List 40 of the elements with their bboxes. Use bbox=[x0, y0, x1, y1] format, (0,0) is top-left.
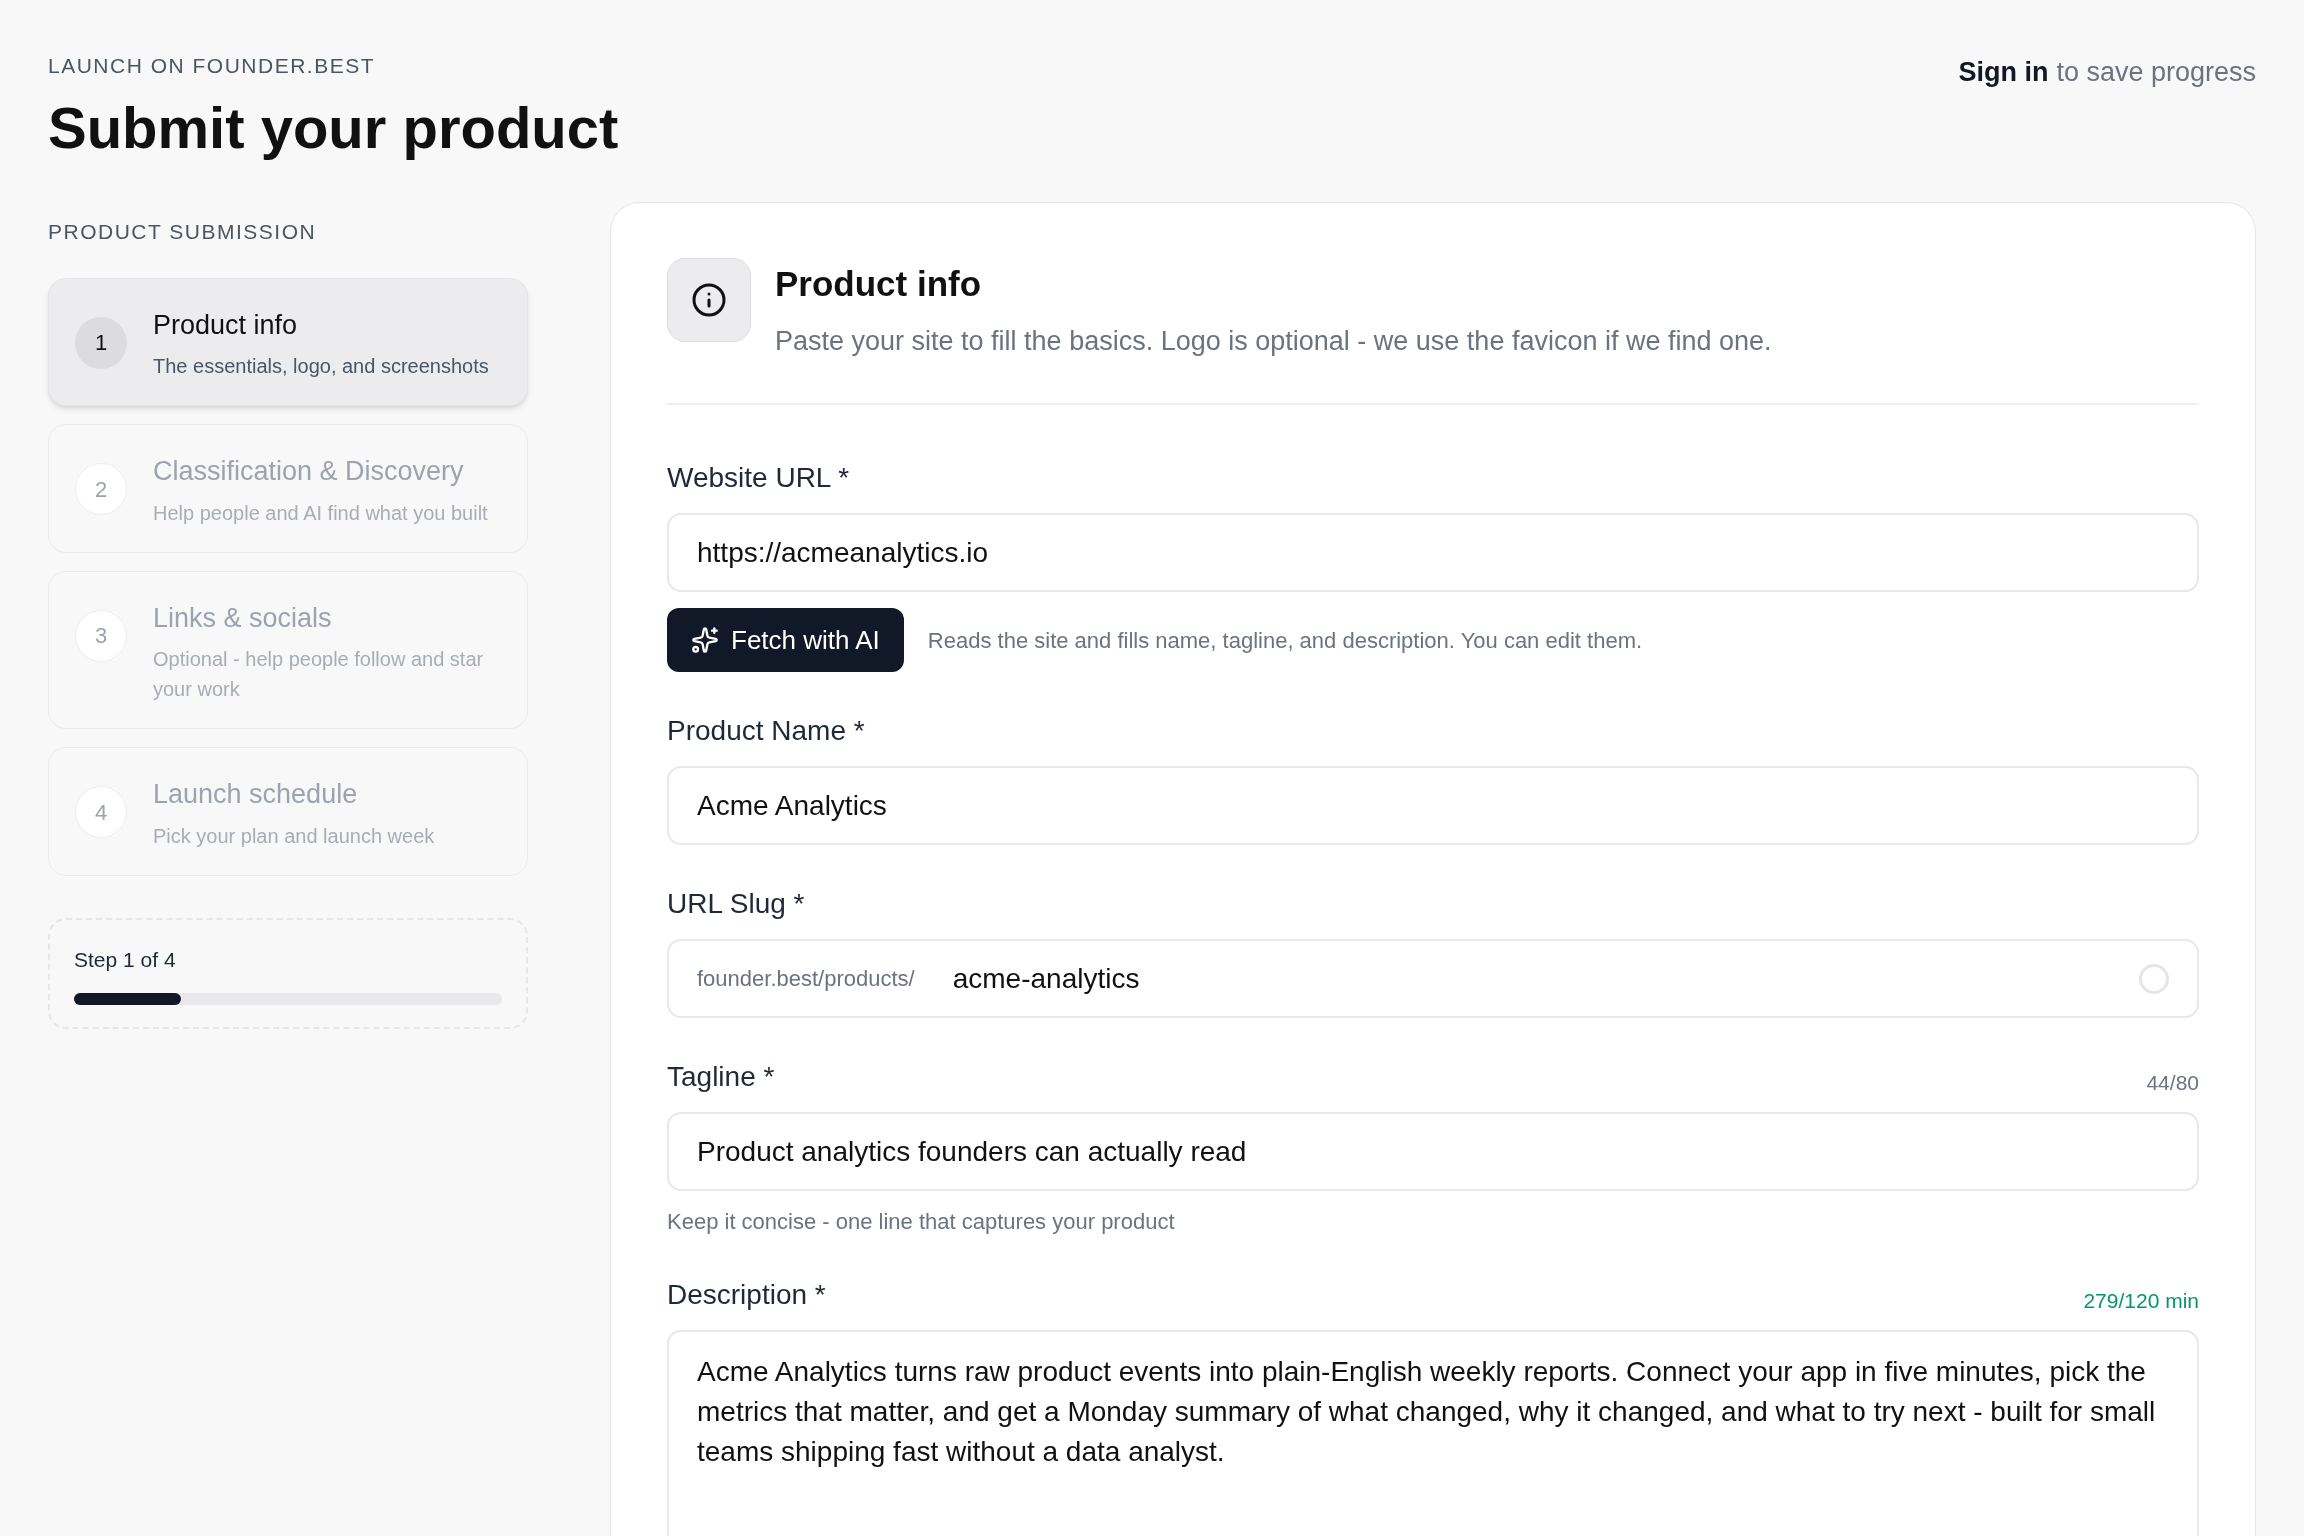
eyebrow-text: LAUNCH ON FOUNDER.BEST bbox=[48, 53, 377, 79]
step-number: 3 bbox=[75, 609, 127, 662]
step-description: Optional - help people follow and star your work bbox=[153, 647, 485, 702]
field-label: Description * bbox=[667, 1278, 826, 1312]
progress-label: Step 1 of 4 bbox=[74, 946, 177, 973]
step-title: Launch schedule bbox=[153, 778, 359, 811]
step-number: 1 bbox=[75, 316, 127, 369]
section-heading: PRODUCT SUBMISSION bbox=[48, 219, 318, 245]
save-progress-text: to save progress bbox=[2056, 56, 2256, 89]
tagline-input[interactable]: Product analytics founders can actually read bbox=[667, 1112, 2199, 1191]
website-url-input[interactable]: https://acmeanalytics.io bbox=[667, 513, 2199, 592]
step-title: Classification & Discovery bbox=[153, 455, 465, 488]
fetch-with-ai-button[interactable]: Fetch with AI bbox=[667, 608, 904, 672]
step-number: 2 bbox=[75, 463, 127, 515]
character-counter: 44/80 bbox=[2146, 1069, 2199, 1096]
step-item[interactable]: 1 Product info The essentials, logo, and screenshots bbox=[48, 277, 528, 406]
field-label: Tagline * bbox=[667, 1060, 775, 1094]
step-title: Links & socials bbox=[153, 601, 333, 635]
slug-prefix: founder.best/products/ bbox=[697, 965, 915, 993]
info-icon bbox=[667, 258, 751, 342]
fetch-note: Reads the site and fills name, tagline, and description. You can edit them. bbox=[927, 626, 1643, 655]
page-title: Submit your product bbox=[48, 93, 619, 162]
form-title: Product info bbox=[775, 263, 983, 305]
field-label: Product Name * bbox=[667, 714, 865, 748]
sparkle-icon bbox=[691, 626, 719, 654]
step-number: 4 bbox=[75, 786, 127, 838]
slug-value: acme-analytics bbox=[952, 961, 1141, 996]
step-description: Help people and AI find what you built bbox=[153, 500, 488, 526]
url-slug-field[interactable]: founder.best/products/ acme-analytics bbox=[667, 939, 2199, 1018]
step-description: The essentials, logo, and screenshots bbox=[153, 354, 489, 379]
sign-in-link[interactable]: Sign in bbox=[1958, 52, 2049, 93]
form-subtitle: Paste your site to fill the basics. Logo is optional - we use the favicon if we find one. bbox=[775, 324, 1772, 358]
step-title: Product info bbox=[153, 308, 299, 342]
description-textarea[interactable]: Acme Analytics turns raw product events into plain-English weekly reports. Connect your app in five minutes, pick the metrics that matter, and get a Monday summary of what changed, why it changed, and what to try next - built for small teams shipping fast without a data analyst. bbox=[667, 1330, 2199, 1536]
tagline-hint: Keep it concise - one line that captures your product bbox=[667, 1208, 1176, 1236]
field-label: Website URL * bbox=[667, 461, 850, 495]
step-description: Pick your plan and launch week bbox=[153, 823, 435, 849]
character-counter: 279/120 min bbox=[2083, 1287, 2199, 1314]
field-label: URL Slug * bbox=[667, 887, 805, 921]
product-name-input[interactable]: Acme Analytics bbox=[667, 766, 2199, 845]
